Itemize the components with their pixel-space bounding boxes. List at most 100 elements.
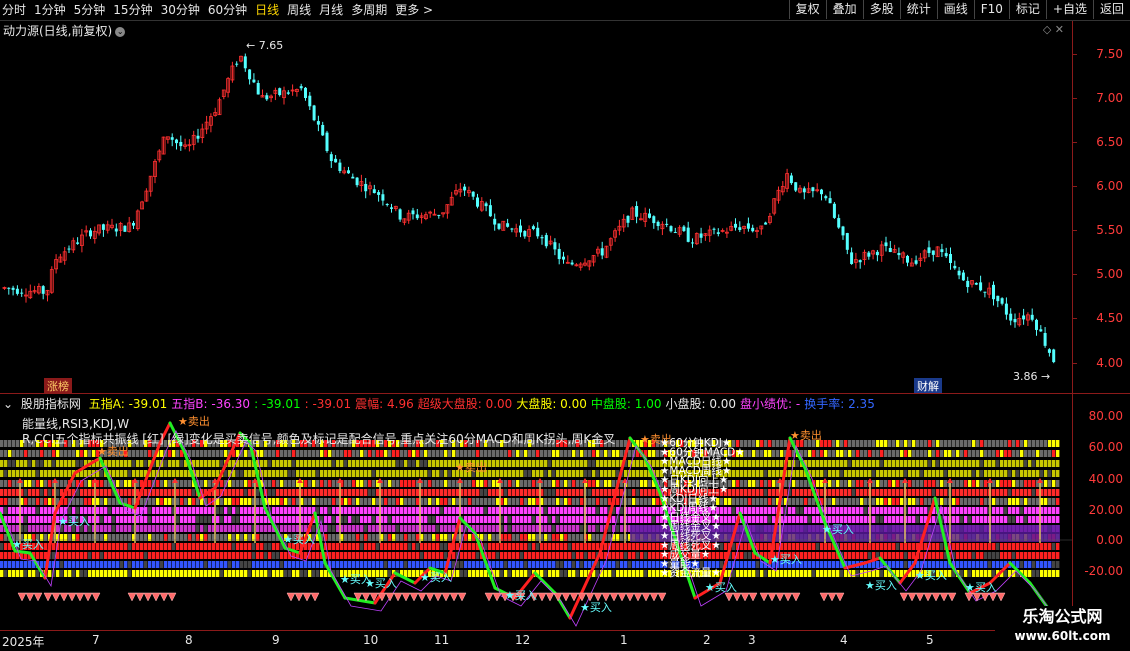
candle-body [531, 226, 535, 230]
diamond-mark [791, 592, 801, 602]
signal-strip-cell [580, 552, 584, 559]
period-tab[interactable]: 15分钟 [113, 2, 152, 18]
candle-body [437, 214, 441, 216]
period-tab[interactable]: 分时 [2, 2, 26, 18]
signal-strip-cell [68, 543, 72, 550]
signal-strip-cell [892, 480, 896, 487]
signal-strip-cell [896, 552, 900, 559]
signal-strip-cell [516, 561, 520, 568]
signal-strip-cell [860, 489, 864, 496]
diamond-mark [633, 592, 643, 602]
signal-strip-cell [1036, 570, 1040, 577]
signal-strip-cell [248, 507, 252, 514]
signal-strip-cell [272, 460, 276, 467]
period-tab[interactable]: 60分钟 [208, 2, 247, 18]
signal-strip-cell [168, 460, 172, 467]
finance-badge[interactable]: 财解 [914, 378, 942, 394]
toolbar-button[interactable]: 复权 [788, 0, 826, 19]
period-tab[interactable]: 多周期 [351, 2, 387, 18]
signal-strip-cell [804, 516, 808, 523]
signal-strip-cell [364, 450, 368, 457]
signal-strip-cell [832, 460, 836, 467]
period-tab[interactable]: 30分钟 [161, 2, 200, 18]
signal-strip-cell [40, 552, 44, 559]
signal-strip-cell [976, 480, 980, 487]
indicator-toggle-icon[interactable]: ⌄ [3, 397, 13, 411]
toolbar-button[interactable]: +自选 [1045, 0, 1093, 19]
signal-strip-cell [496, 570, 500, 577]
toolbar-button[interactable]: 统计 [899, 0, 937, 19]
signal-strip-cell [308, 460, 312, 467]
signal-strip-cell [112, 470, 116, 477]
signal-strip-cell [756, 480, 760, 487]
indicator-panel[interactable]: ★买入 ★买入 ★买入 ★买入 ★买入 ★买入 ★买入 ★买入 ★买入 ★买入 ★买入 ★买入 ★买入 ★… [0, 413, 1072, 630]
signal-strip-cell [260, 561, 264, 568]
toolbar-button[interactable]: F10 [973, 0, 1009, 19]
signal-strip-cell [800, 543, 804, 550]
signal-strip-cell [288, 570, 292, 577]
signal-strip-cell [832, 498, 836, 505]
diamond-mark [609, 592, 619, 602]
signal-strip-cell [232, 525, 236, 532]
signal-strip-cell [984, 543, 988, 550]
signal-strip-cell [976, 470, 980, 477]
toolbar-button[interactable]: 叠加 [825, 0, 863, 19]
signal-strip-cell [988, 543, 992, 550]
signal-strip-cell [952, 440, 956, 447]
signal-strip-cell [56, 552, 60, 559]
signal-strip-cell [752, 450, 756, 457]
signal-strip-cell [224, 507, 228, 514]
toolbar-button[interactable]: 返回 [1092, 0, 1130, 19]
signal-strip-cell [88, 489, 92, 496]
signal-strip-cell [380, 561, 384, 568]
signal-strip-cell [816, 552, 820, 559]
signal-strip-cell [864, 516, 868, 523]
period-tab[interactable]: 5分钟 [74, 2, 106, 18]
toolbar-button[interactable]: 画线 [936, 0, 974, 19]
signal-strip-cell [248, 561, 252, 568]
signal-strip-cell [392, 525, 396, 532]
period-tab[interactable]: 周线 [287, 2, 311, 18]
signal-strip-cell [652, 498, 656, 505]
period-tab[interactable]: 更多 > [395, 2, 433, 18]
signal-strip-cell [572, 507, 576, 514]
signal-strip-cell [436, 561, 440, 568]
indicator-tick: 60.00 [1088, 440, 1123, 454]
signal-strip-cell [996, 561, 1000, 568]
signal-strip-cell [964, 489, 968, 496]
period-tab[interactable]: 日线 [255, 2, 279, 18]
signal-strip-cell [332, 507, 336, 514]
signal-strip-cell [400, 561, 404, 568]
signal-strip-cell [900, 489, 904, 496]
signal-strip-cell [1008, 507, 1012, 514]
signal-strip-cell [868, 543, 872, 550]
signal-strip-cell [172, 552, 176, 559]
limit-up-badge[interactable]: 涨榜 [44, 378, 72, 394]
signal-strip-cell [188, 561, 192, 568]
signal-strip-cell [208, 507, 212, 514]
signal-strip-cell [340, 450, 344, 457]
signal-strip-cell [812, 507, 816, 514]
toolbar-button[interactable]: 标记 [1008, 0, 1046, 19]
signal-strip-cell [580, 480, 584, 487]
signal-strip-cell [120, 460, 124, 467]
signal-strip-cell [116, 552, 120, 559]
signal-strip-cell [424, 543, 428, 550]
signal-strip-cell [512, 498, 516, 505]
signal-strip-cell [196, 561, 200, 568]
signal-strip-cell [1008, 489, 1012, 496]
signal-strip-cell [192, 561, 196, 568]
signal-strip-cell [356, 480, 360, 487]
signal-strip-cell [744, 489, 748, 496]
signal-strip-cell [1020, 552, 1024, 559]
toolbar-button[interactable]: 多股 [862, 0, 900, 19]
signal-strip-cell [28, 460, 32, 467]
price-panel[interactable]: 动力源(日线,前复权) ⌄ ◇ ✕ ← 7.65 3.86 → 涨榜 财解 [0, 21, 1072, 394]
period-tab[interactable]: 1分钟 [34, 2, 66, 18]
signal-strip-cell [344, 552, 348, 559]
signal-strip-cell [484, 450, 488, 457]
signal-strip-cell [228, 561, 232, 568]
period-tab[interactable]: 月线 [319, 2, 343, 18]
signal-strip-cell [496, 498, 500, 505]
signal-strip-cell [1052, 507, 1056, 514]
